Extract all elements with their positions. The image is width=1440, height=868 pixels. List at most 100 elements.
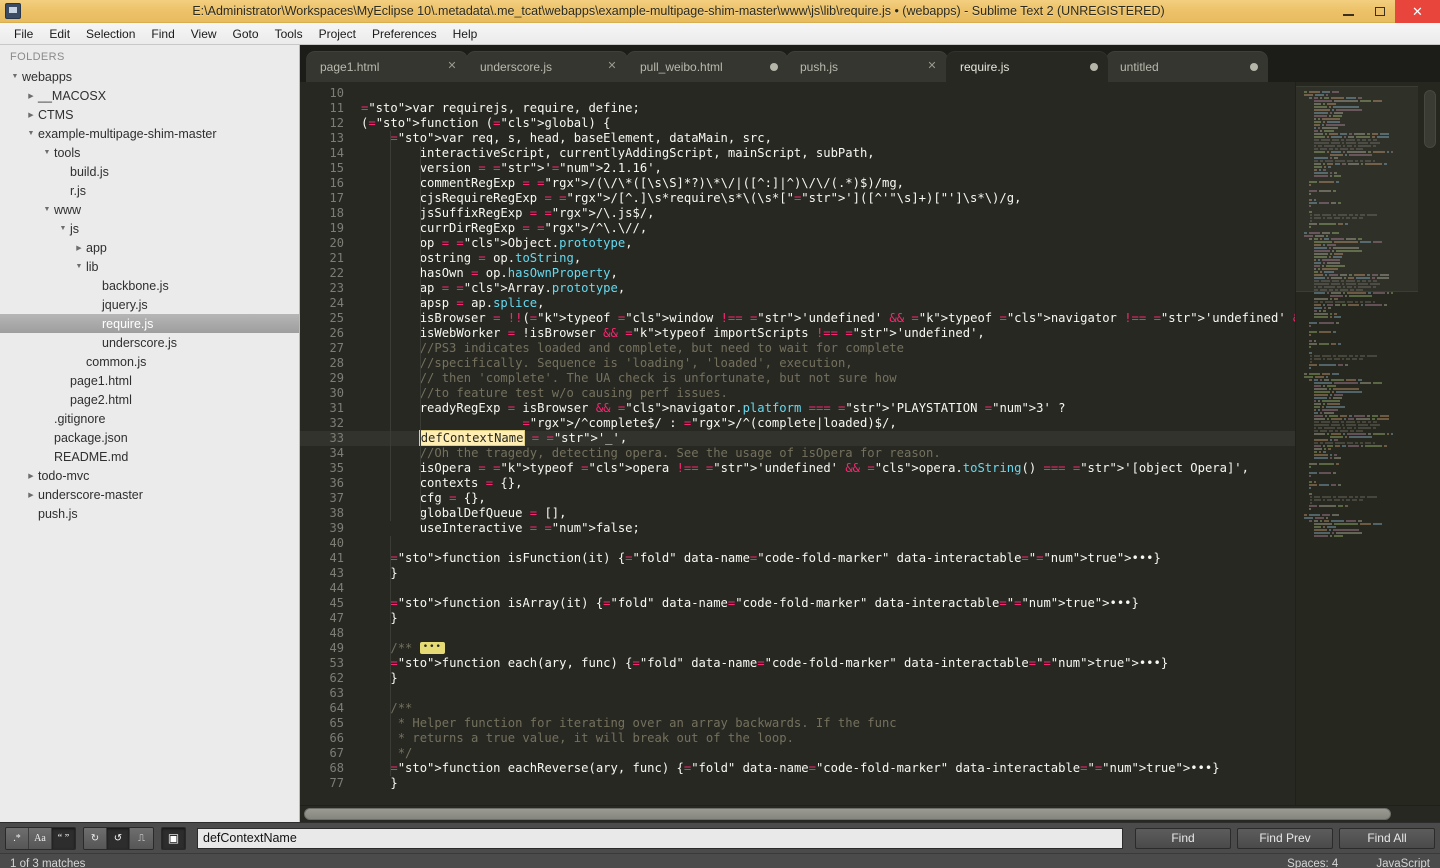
close-icon[interactable]: ✕ — [926, 61, 938, 73]
tab-dirty-indicator[interactable] — [770, 62, 778, 71]
code-line[interactable]: * Helper function for iterating over an … — [361, 716, 1295, 731]
code-line[interactable]: } — [361, 776, 1295, 791]
tree-item-readme-md[interactable]: •README.md — [0, 447, 299, 466]
tree-item-ctms[interactable]: ▶ CTMS — [0, 105, 299, 124]
code-line[interactable]: ap = ="cls">Array.prototype, — [361, 281, 1295, 296]
tab-push-js[interactable]: push.js ✕ — [786, 51, 948, 82]
menu-tools[interactable]: Tools — [267, 25, 311, 43]
menu-file[interactable]: File — [6, 25, 41, 43]
tree-item-r-js[interactable]: •r.js — [0, 181, 299, 200]
close-icon[interactable]: ✕ — [606, 61, 618, 73]
menu-preferences[interactable]: Preferences — [364, 25, 445, 43]
code-line[interactable]: apsp = ap.splice, — [361, 296, 1295, 311]
tab-bar[interactable]: page1.html ✕ underscore.js ✕ pull_weibo.html… — [300, 45, 1440, 82]
code-line[interactable] — [361, 536, 1295, 551]
tree-item-page2-html[interactable]: •page2.html — [0, 390, 299, 409]
horizontal-scrollbar-track[interactable] — [304, 808, 1436, 820]
code-line[interactable]: globalDefQueue = [], — [361, 506, 1295, 521]
chevron-right-icon[interactable]: ▶ — [24, 111, 38, 119]
tree-item--macosx[interactable]: ▶ __MACOSX — [0, 86, 299, 105]
code-line[interactable]: version = ="str">'="num">2.1.16', — [361, 161, 1295, 176]
tree-item-push-js[interactable]: •push.js — [0, 504, 299, 523]
close-icon[interactable]: ✕ — [446, 61, 458, 73]
tree-item-www[interactable]: ▼ www — [0, 200, 299, 219]
horizontal-scrollbar-thumb[interactable] — [304, 808, 1391, 820]
chevron-down-icon[interactable]: ▼ — [40, 206, 54, 213]
tree-item-backbone-js[interactable]: •backbone.js — [0, 276, 299, 295]
code-line[interactable]: */ — [361, 746, 1295, 761]
find-prev-button[interactable]: Find Prev — [1237, 827, 1333, 849]
find-input[interactable] — [197, 827, 1123, 849]
code-line[interactable] — [361, 581, 1295, 596]
whole-word-toggle[interactable]: “ ” — [52, 827, 75, 849]
code-line[interactable]: } — [361, 611, 1295, 626]
tree-item-lib[interactable]: ▼ lib — [0, 257, 299, 276]
tab-dirty-indicator[interactable] — [1090, 62, 1098, 71]
menu-goto[interactable]: Goto — [225, 25, 267, 43]
code-line[interactable]: commentRegExp = ="rgx">/(\/\*([\s\S]*?)\… — [361, 176, 1295, 191]
find-button[interactable]: Find — [1135, 827, 1231, 849]
chevron-right-icon[interactable]: ▶ — [24, 472, 38, 480]
code-line[interactable]: ="sto">var requirejs, require, define; — [361, 101, 1295, 116]
folder-tree[interactable]: ▼ webapps ▶ __MACOSX ▶ CTMS ▼ example-multipage… — [0, 67, 299, 523]
in-selection-toggle[interactable]: ↺ — [107, 827, 130, 849]
preserve-case-toggle[interactable]: ▣ — [162, 827, 185, 849]
code-line[interactable] — [361, 626, 1295, 641]
code-line[interactable]: ostring = op.toString, — [361, 251, 1295, 266]
code-line[interactable]: ="sto">function isFunction(it) {="fold" … — [361, 551, 1295, 566]
tab-dirty-indicator[interactable] — [1250, 62, 1258, 71]
tree-item-build-js[interactable]: •build.js — [0, 162, 299, 181]
code-line[interactable]: /** ••• — [361, 641, 1295, 656]
code-line[interactable]: cjsRequireRegExp = ="rgx">/[^.]\s*requir… — [361, 191, 1295, 206]
code-line[interactable]: contexts = {}, — [361, 476, 1295, 491]
minimap[interactable] — [1295, 82, 1440, 805]
tree-item-example-multipage-shim-master[interactable]: ▼ example-multipage-shim-master — [0, 124, 299, 143]
code-line[interactable]: ="sto">var req, s, head, baseElement, da… — [361, 131, 1295, 146]
code-fold-marker[interactable]: ••• — [419, 641, 445, 654]
find-all-button[interactable]: Find All — [1339, 827, 1435, 849]
code-line[interactable]: ="sto">function eachReverse(ary, func) {… — [361, 761, 1295, 776]
code-line[interactable]: /** — [361, 701, 1295, 716]
tree-item-require-js[interactable]: •require.js — [0, 314, 299, 333]
code-line[interactable]: op = ="cls">Object.prototype, — [361, 236, 1295, 251]
code-line[interactable]: ="sto">function each(ary, func) {="fold"… — [361, 656, 1295, 671]
code-line[interactable]: (="sto">function (="cls">global) { — [361, 116, 1295, 131]
menu-edit[interactable]: Edit — [41, 25, 78, 43]
tree-item-js[interactable]: ▼ js — [0, 219, 299, 238]
tree-item-underscore-master[interactable]: ▶ underscore-master — [0, 485, 299, 504]
code-line[interactable]: } — [361, 566, 1295, 581]
code-line[interactable]: //specifically. Sequence is 'loading', '… — [361, 356, 1295, 371]
sidebar-file-tree[interactable]: FOLDERS ▼ webapps ▶ __MACOSX ▶ CTMS ▼ example-m… — [0, 45, 300, 822]
code-line[interactable]: } — [361, 671, 1295, 686]
regex-toggle[interactable]: .* — [6, 827, 29, 849]
chevron-right-icon[interactable]: ▶ — [72, 244, 86, 252]
menu-selection[interactable]: Selection — [78, 25, 143, 43]
code-line[interactable]: ="rgx">/^complete$/ : ="rgx">/^(complete… — [361, 416, 1295, 431]
horizontal-scrollbar[interactable] — [300, 805, 1440, 822]
chevron-down-icon[interactable]: ▼ — [56, 225, 70, 232]
code-line[interactable]: ="sto">function isArray(it) {="fold" dat… — [361, 596, 1295, 611]
indent-status[interactable]: Spaces: 4 — [1287, 858, 1338, 868]
code-line[interactable]: isOpera = ="k">typeof ="cls">opera !== =… — [361, 461, 1295, 476]
highlight-results-toggle[interactable]: ⎍ — [130, 827, 153, 849]
code-line[interactable]: hasOwn = op.hasOwnProperty, — [361, 266, 1295, 281]
tab-require-js[interactable]: require.js — [946, 51, 1108, 82]
close-button[interactable]: ✕ — [1395, 0, 1440, 23]
tab-untitled[interactable]: untitled — [1106, 51, 1268, 82]
chevron-down-icon[interactable]: ▼ — [24, 130, 38, 137]
tree-item-tools[interactable]: ▼ tools — [0, 143, 299, 162]
vertical-scrollbar-thumb[interactable] — [1424, 90, 1436, 148]
code-line[interactable]: useInteractive = ="num">false; — [361, 521, 1295, 536]
code-line[interactable]: cfg = {}, — [361, 491, 1295, 506]
code-line[interactable] — [361, 686, 1295, 701]
code-line[interactable] — [361, 86, 1295, 101]
code-line[interactable]: //Oh the tragedy, detecting opera. See t… — [361, 446, 1295, 461]
code-line[interactable]: isBrowser = !!(="k">typeof ="cls">window… — [361, 311, 1295, 326]
code-line[interactable]: //PS3 indicates loaded and complete, but… — [361, 341, 1295, 356]
chevron-right-icon[interactable]: ▶ — [24, 92, 38, 100]
tab-page1-html[interactable]: page1.html ✕ — [306, 51, 468, 82]
menu-help[interactable]: Help — [445, 25, 486, 43]
code-line[interactable]: defContextName = ="str">'_', — [353, 430, 1295, 446]
code-line[interactable]: //to feature test w/o causing perf issue… — [361, 386, 1295, 401]
code-line[interactable]: isWebWorker = !isBrowser && ="k">typeof … — [361, 326, 1295, 341]
